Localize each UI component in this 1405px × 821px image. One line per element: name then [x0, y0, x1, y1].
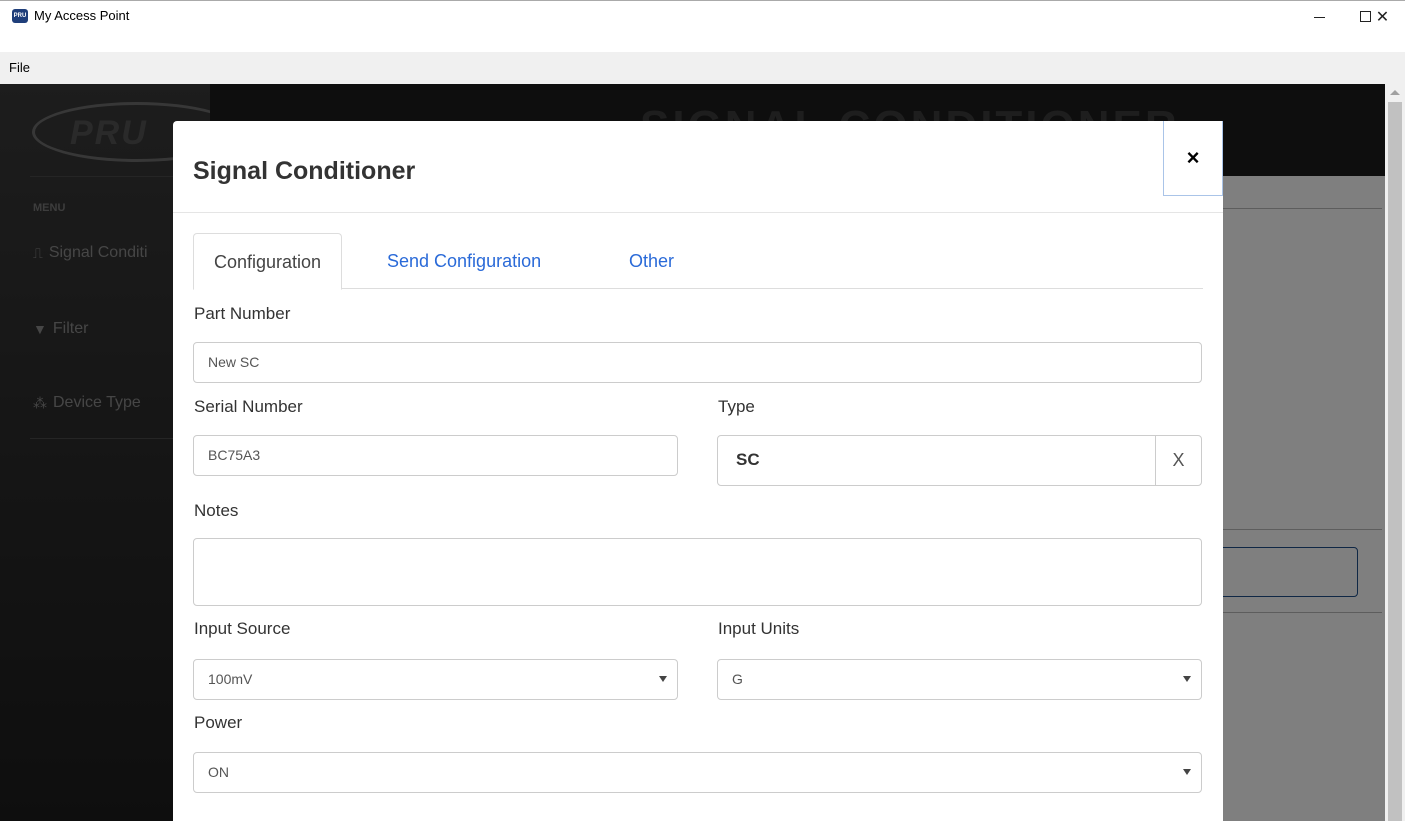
type-value: SC — [736, 450, 760, 469]
input-units-value: G — [732, 671, 743, 687]
menubar: File — [0, 52, 1405, 84]
type-select[interactable]: SC X — [717, 435, 1202, 486]
window-title: My Access Point — [34, 8, 130, 23]
modal-close-button[interactable]: × — [1163, 121, 1223, 196]
input-source-value: 100mV — [208, 671, 253, 687]
window-titlebar: PRU My Access Point ✕ — [0, 0, 1405, 31]
input-source-label: Input Source — [194, 619, 291, 638]
serial-number-label: Serial Number — [194, 397, 303, 416]
power-value: ON — [208, 764, 229, 780]
vertical-scrollbar[interactable] — [1385, 84, 1405, 821]
input-source-select[interactable]: 100mV — [193, 659, 678, 700]
minimize-icon — [1313, 17, 1325, 18]
app-icon: PRU — [12, 9, 28, 23]
menubar-gap — [0, 31, 1405, 52]
tab-other[interactable]: Other — [609, 233, 694, 289]
menu-file[interactable]: File — [9, 60, 30, 75]
chevron-down-icon — [1183, 676, 1191, 682]
notes-textarea[interactable] — [193, 538, 1202, 606]
minimize-button[interactable] — [1296, 1, 1342, 32]
modal-header: Signal Conditioner × — [173, 121, 1223, 213]
app-body: PRU MENU ⎍ Signal Conditi ▼ Filter ⁂ Dev… — [0, 84, 1405, 821]
chevron-down-icon — [1183, 769, 1191, 775]
scroll-up-arrow-icon[interactable] — [1390, 90, 1400, 95]
notes-label: Notes — [194, 501, 239, 520]
signal-conditioner-modal: Signal Conditioner × Configuration Send … — [173, 121, 1223, 821]
scroll-thumb[interactable] — [1388, 102, 1402, 821]
type-clear-button[interactable]: X — [1155, 436, 1201, 485]
chevron-down-icon — [659, 676, 667, 682]
part-number-label: Part Number — [194, 304, 291, 323]
window-close-button[interactable]: ✕ — [1360, 1, 1405, 32]
power-select[interactable]: ON — [193, 752, 1202, 793]
modal-title: Signal Conditioner — [193, 157, 416, 185]
serial-number-input[interactable]: BC75A3 — [193, 435, 678, 476]
input-units-label: Input Units — [718, 619, 800, 638]
modal-tabs: Configuration Send Configuration Other — [193, 233, 1203, 290]
type-label: Type — [718, 397, 755, 416]
input-units-select[interactable]: G — [717, 659, 1202, 700]
tab-send-configuration[interactable]: Send Configuration — [367, 233, 561, 289]
part-number-input[interactable]: New SC — [193, 342, 1202, 383]
tab-configuration[interactable]: Configuration — [193, 233, 343, 290]
power-label: Power — [194, 713, 243, 732]
